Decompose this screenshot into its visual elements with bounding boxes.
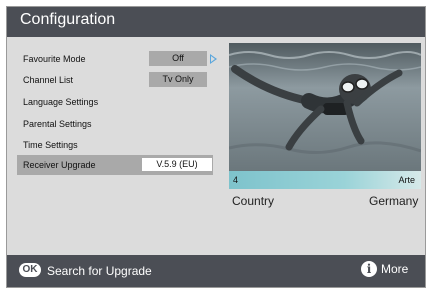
menu-item-language-settings[interactable]: Language Settings xyxy=(17,92,213,112)
info-icon[interactable]: i xyxy=(361,261,377,277)
menu-item-label: Language Settings xyxy=(23,97,99,107)
channel-number: 4 xyxy=(233,175,239,185)
swimmer-preview-icon xyxy=(229,43,421,171)
title-bar: Configuration xyxy=(7,7,425,37)
tv-preview-image xyxy=(229,43,421,171)
menu-item-time-settings[interactable]: Time Settings xyxy=(17,135,213,155)
page-title: Configuration xyxy=(20,11,116,28)
ok-hint-label: Search for Upgrade xyxy=(47,264,152,278)
more-label[interactable]: More xyxy=(381,262,408,276)
menu-item-receiver-upgrade[interactable]: Receiver Upgrade V.5.9 (EU) xyxy=(17,155,213,175)
country-value: Germany xyxy=(369,194,419,208)
channel-name: Arte xyxy=(398,175,415,185)
ok-button-icon[interactable]: OK xyxy=(19,263,41,277)
menu-item-label: Receiver Upgrade xyxy=(23,160,96,170)
menu-item-favourite-mode[interactable]: Favourite Mode Off xyxy=(17,49,217,69)
favourite-mode-value[interactable]: Off xyxy=(149,51,207,66)
menu-item-label: Channel List xyxy=(23,75,74,85)
arrow-right-icon[interactable] xyxy=(210,54,217,64)
receiver-upgrade-value[interactable]: V.5.9 (EU) xyxy=(141,157,213,172)
menu-item-parental-settings[interactable]: Parental Settings xyxy=(17,114,213,134)
channel-list-value[interactable]: Tv Only xyxy=(149,72,207,87)
configuration-screen: Configuration Favourite Mode Off Channel… xyxy=(6,6,426,288)
menu-item-channel-list[interactable]: Channel List Tv Only xyxy=(17,70,213,90)
menu-item-label: Favourite Mode xyxy=(23,54,86,64)
channel-info-bar: 4 Arte xyxy=(229,171,421,189)
menu-item-label: Time Settings xyxy=(23,140,78,150)
country-label: Country xyxy=(232,194,275,208)
bottom-help-bar: OK Search for Upgrade i More xyxy=(7,255,425,287)
menu-item-label: Parental Settings xyxy=(23,119,92,129)
